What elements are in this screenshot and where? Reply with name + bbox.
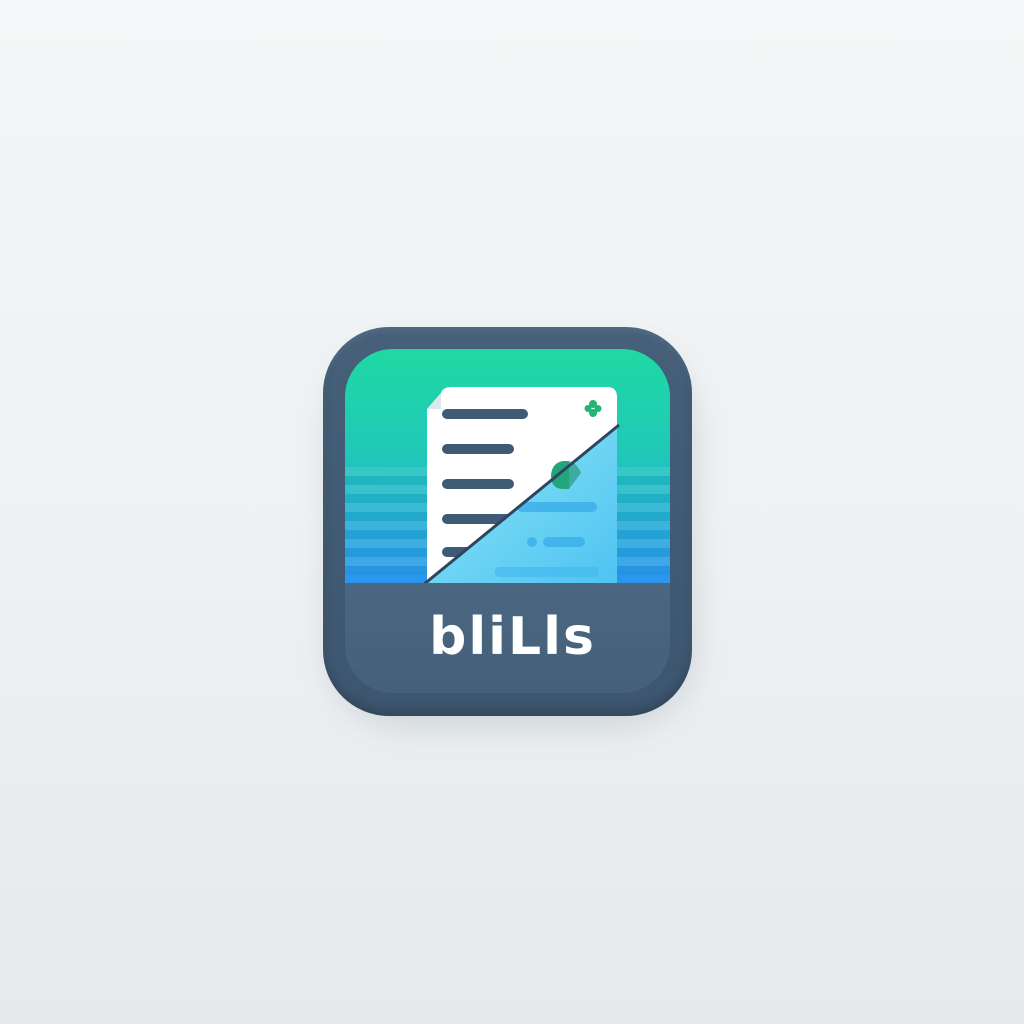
- app-icon[interactable]: bliLls: [323, 327, 692, 716]
- icon-inner-panel: bliLls: [345, 349, 670, 693]
- bill-document-icon: [345, 349, 670, 583]
- app-name: bliLls: [429, 607, 596, 667]
- document-icon: [423, 387, 620, 583]
- canvas: bliLls: [0, 0, 1024, 1024]
